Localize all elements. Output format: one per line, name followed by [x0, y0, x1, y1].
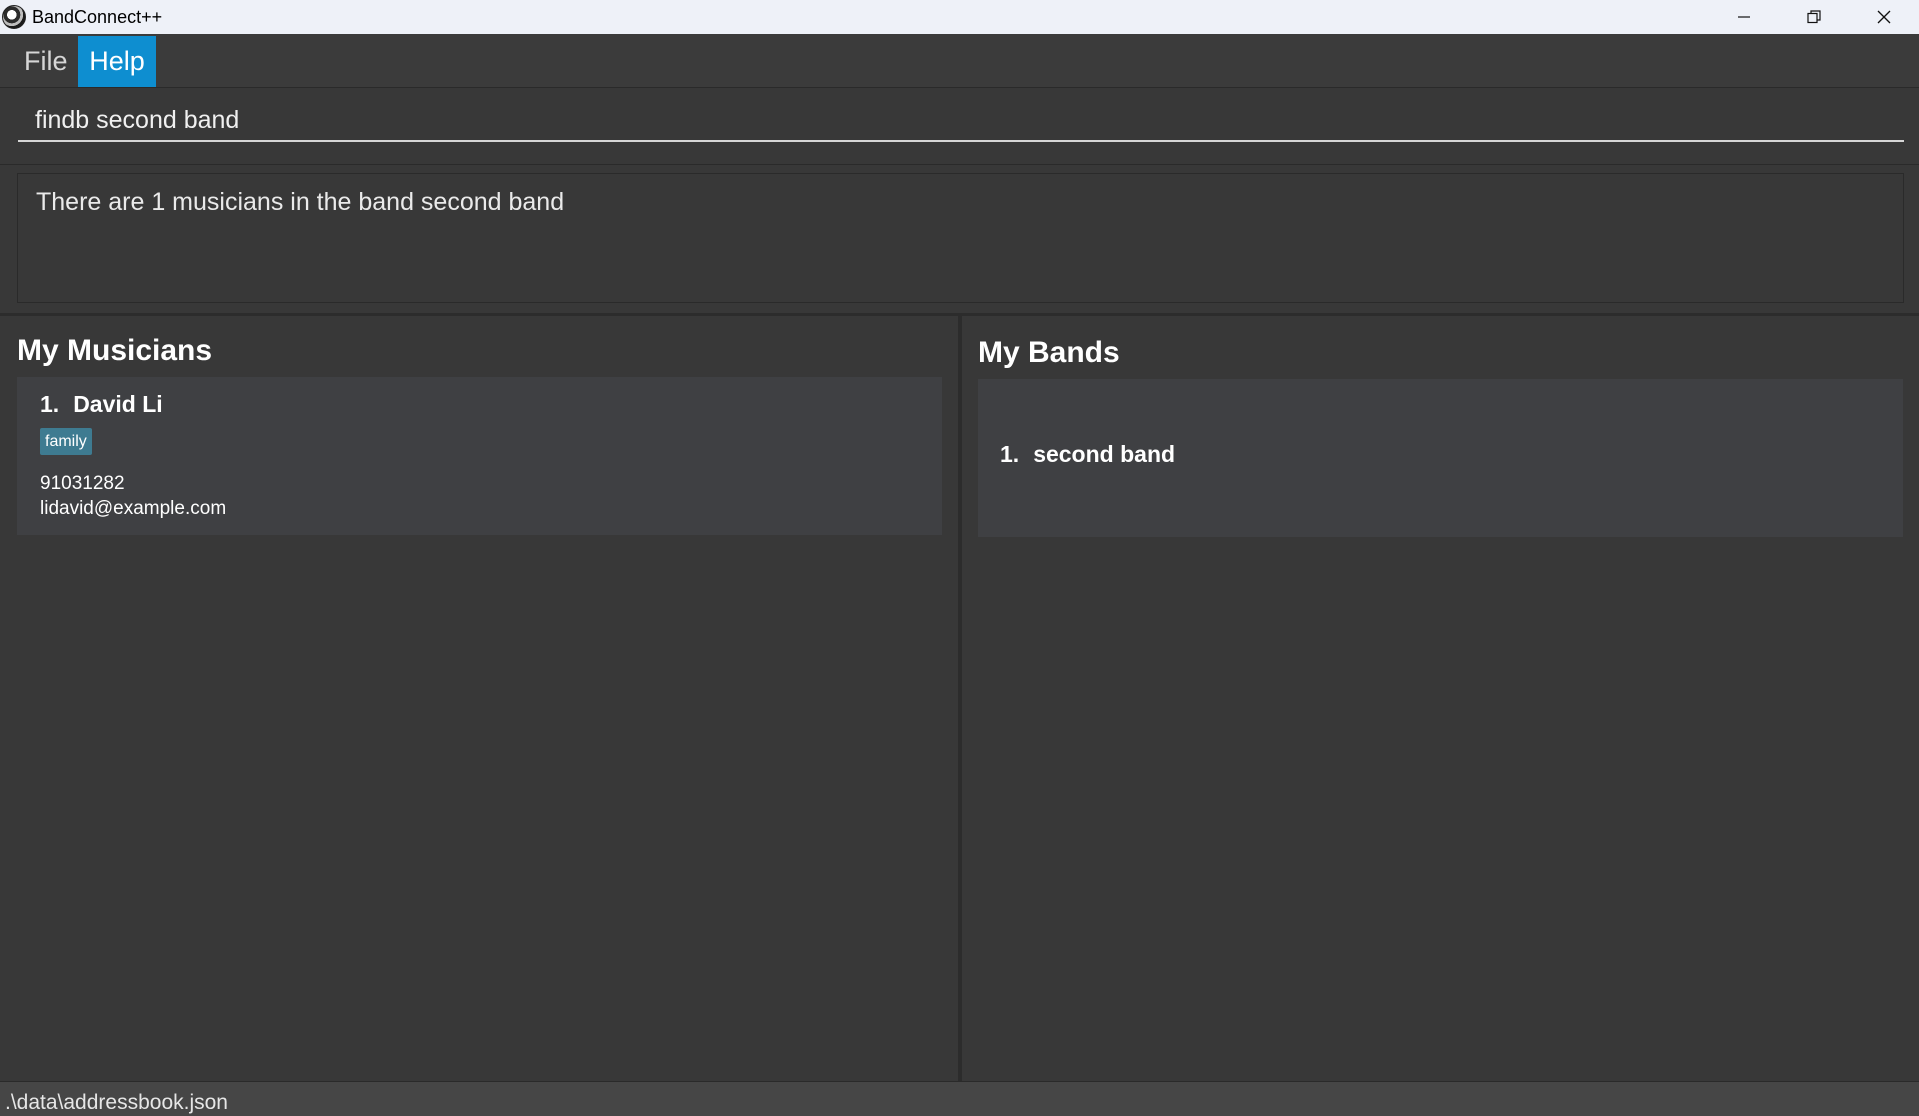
musician-email: lidavid@example.com: [40, 498, 227, 519]
restore-icon: [1807, 10, 1821, 24]
band-name: second band: [1033, 441, 1176, 467]
window-title: BandConnect++: [32, 6, 163, 27]
band-name-row: 1. second band: [1000, 441, 1175, 468]
result-text: There are 1 musicians in the band second…: [36, 188, 565, 216]
band-index: 1.: [1000, 441, 1020, 467]
minimize-icon: [1738, 16, 1750, 18]
status-bar: .\data\addressbook.json: [0, 1081, 1919, 1116]
result-display: There are 1 musicians in the band second…: [17, 173, 1904, 303]
musician-index: 1.: [40, 391, 60, 417]
musician-tag: family: [40, 428, 92, 455]
musician-phone: 91031282: [40, 473, 125, 494]
musician-name-row: 1. David Li: [40, 391, 163, 418]
window-controls: [1709, 0, 1919, 34]
musician-name: David Li: [73, 391, 163, 417]
minimize-button[interactable]: [1709, 0, 1779, 34]
restore-button[interactable]: [1779, 0, 1849, 34]
musician-card[interactable]: 1. David Li family 91031282 lidavid@examp…: [17, 377, 942, 535]
command-input[interactable]: [18, 100, 1904, 142]
bands-panel-title: My Bands: [978, 336, 1120, 369]
menu-file[interactable]: File: [13, 36, 79, 87]
close-icon: [1877, 10, 1891, 24]
musicians-panel-title: My Musicians: [17, 334, 213, 367]
app-logo-icon: [2, 5, 26, 29]
close-button[interactable]: [1849, 0, 1919, 34]
band-card[interactable]: 1. second band: [978, 379, 1903, 537]
menu-help[interactable]: Help: [78, 36, 156, 87]
window-titlebar: BandConnect++: [0, 0, 1919, 34]
menu-bar: File Help: [0, 34, 1919, 88]
musicians-panel: My Musicians 1. David Li family 91031282 …: [0, 316, 962, 1081]
command-box: [0, 88, 1919, 165]
status-file-path: .\data\addressbook.json: [5, 1091, 228, 1114]
bands-panel: My Bands 1. second band: [962, 316, 1919, 1081]
